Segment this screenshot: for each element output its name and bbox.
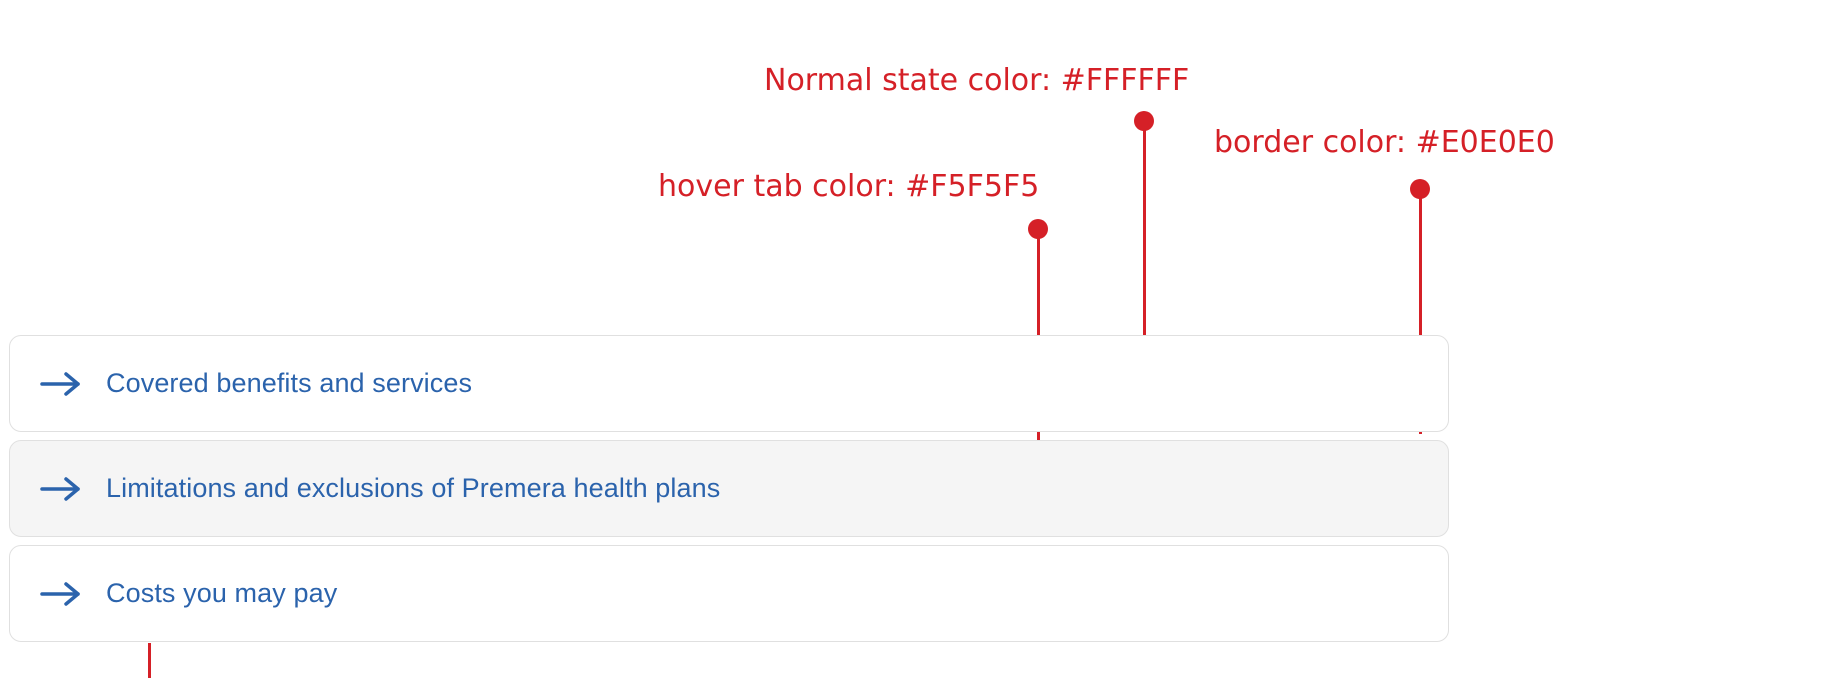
border-color-annotation: border color: #E0E0E0: [1214, 125, 1555, 160]
arrow-right-icon: [40, 476, 80, 501]
tab-label: Limitations and exclusions of Premera he…: [106, 473, 721, 503]
arrow-right-icon: [40, 371, 80, 396]
arrow-right-icon: [40, 581, 80, 606]
tab-covered-benefits[interactable]: Covered benefits and services: [9, 335, 1449, 432]
tab-limitations-exclusions[interactable]: Limitations and exclusions of Premera he…: [9, 440, 1449, 537]
tab-label: Costs you may pay: [106, 578, 338, 608]
hover-tab-annotation: hover tab color: #F5F5F5: [658, 169, 1040, 204]
normal-state-annotation-line: [1143, 121, 1146, 365]
tab-costs-you-may-pay[interactable]: Costs you may pay: [9, 545, 1449, 642]
tab-label: Covered benefits and services: [106, 368, 473, 398]
normal-state-annotation: Normal state color: #FFFFFF: [764, 63, 1190, 98]
tab-list: Covered benefits and services Limitation…: [9, 335, 1449, 650]
